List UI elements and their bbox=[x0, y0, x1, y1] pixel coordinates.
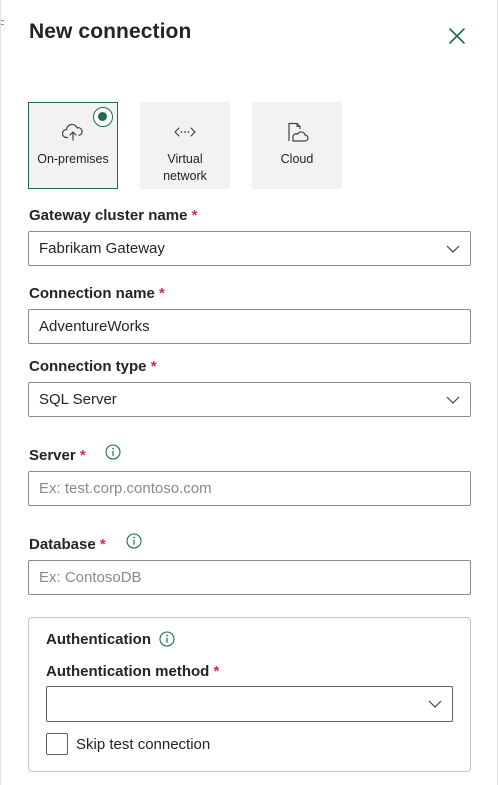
skip-test-connection-label[interactable]: Skip test connection bbox=[76, 736, 210, 753]
panel-title: New connection bbox=[29, 20, 192, 43]
authentication-title: Authentication bbox=[46, 631, 151, 648]
connection-name-value: AdventureWorks bbox=[39, 318, 150, 335]
connection-name-label: Connection name * bbox=[29, 285, 165, 302]
info-icon[interactable] bbox=[105, 444, 121, 460]
tile-label: Virtual network bbox=[163, 152, 207, 183]
tile-on-premises[interactable]: On-premises bbox=[28, 102, 118, 189]
chevron-down-icon bbox=[428, 700, 442, 708]
virtual-network-icon bbox=[174, 127, 196, 137]
tile-label: On-premises bbox=[37, 152, 109, 166]
info-icon[interactable] bbox=[159, 631, 175, 647]
skip-test-connection-checkbox[interactable] bbox=[46, 733, 68, 755]
tile-label: Cloud bbox=[280, 152, 314, 166]
tile-cloud[interactable]: Cloud bbox=[252, 102, 342, 189]
database-placeholder: Ex: ContosoDB bbox=[39, 569, 142, 586]
gateway-value: Fabrikam Gateway bbox=[39, 240, 165, 257]
database-label: Database * bbox=[29, 536, 106, 553]
authentication-method-dropdown[interactable] bbox=[46, 686, 453, 722]
new-connection-panel: New connection On-premises Virtual netwo… bbox=[0, 0, 498, 785]
chevron-down-icon bbox=[446, 245, 460, 253]
gateway-dropdown[interactable]: Fabrikam Gateway bbox=[28, 231, 471, 266]
required-asterisk: * bbox=[150, 358, 157, 375]
server-input[interactable]: Ex: test.corp.contoso.com bbox=[28, 471, 471, 506]
required-asterisk: * bbox=[191, 207, 198, 224]
required-asterisk: * bbox=[213, 663, 220, 680]
connection-type-label: Connection type * bbox=[29, 358, 157, 375]
panel-edge-handle bbox=[1, 18, 4, 28]
info-icon[interactable] bbox=[126, 533, 142, 549]
selected-radio-indicator bbox=[93, 107, 113, 127]
connection-type-dropdown[interactable]: SQL Server bbox=[28, 382, 471, 417]
required-asterisk: * bbox=[79, 447, 86, 464]
server-placeholder: Ex: test.corp.contoso.com bbox=[39, 480, 212, 497]
server-label: Server * bbox=[29, 447, 86, 464]
required-asterisk: * bbox=[99, 536, 106, 553]
close-button[interactable] bbox=[445, 24, 469, 48]
close-icon bbox=[449, 28, 465, 44]
authentication-method-label: Authentication method * bbox=[46, 663, 220, 680]
database-input[interactable]: Ex: ContosoDB bbox=[28, 560, 471, 595]
chevron-down-icon bbox=[446, 396, 460, 404]
connection-type-value: SQL Server bbox=[39, 391, 117, 408]
required-asterisk: * bbox=[159, 285, 165, 302]
tile-virtual-network[interactable]: Virtual network bbox=[140, 102, 230, 189]
gateway-label: Gateway cluster name * bbox=[29, 207, 198, 224]
cloud-document-icon bbox=[288, 122, 309, 142]
connection-name-input[interactable]: AdventureWorks bbox=[28, 309, 471, 344]
cloud-upload-icon bbox=[61, 123, 83, 141]
